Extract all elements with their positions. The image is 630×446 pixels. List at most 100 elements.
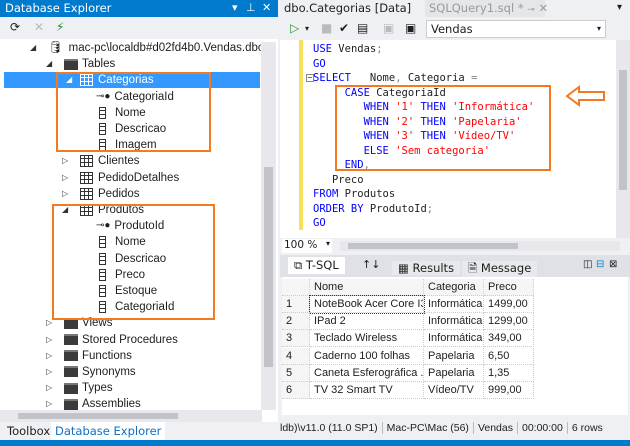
expand-arrow-icon[interactable]: ▷ xyxy=(46,380,52,396)
tab-toolbox[interactable]: Toolbox xyxy=(7,424,50,438)
expand-arrow-icon[interactable]: ▷ xyxy=(46,348,52,364)
tree-item[interactable]: ▷ Pedidos xyxy=(62,186,140,202)
grid-cell[interactable]: NoteBook Acer Core I3 xyxy=(309,295,425,314)
tab-results[interactable]: ▦ Results xyxy=(392,261,461,275)
tab-database-explorer[interactable]: Database Explorer xyxy=(51,422,166,440)
scrollbar-thumb[interactable] xyxy=(619,70,627,190)
overflow-icon[interactable]: ▾ xyxy=(617,2,622,13)
column-header[interactable]: Categoria xyxy=(424,279,484,296)
split-horizontal-icon[interactable]: ⊟ xyxy=(596,259,604,270)
grid-cell[interactable]: Informática xyxy=(424,330,484,348)
grid-cell[interactable]: 1499,00 xyxy=(484,296,534,313)
parse-icon[interactable]: ✔ xyxy=(339,21,349,35)
scrollbar-thumb[interactable] xyxy=(348,243,518,249)
expand-arrow-icon[interactable]: ▷ xyxy=(62,170,68,186)
scrollbar-thumb[interactable] xyxy=(18,413,178,419)
grid-cell[interactable]: 1,35 xyxy=(484,364,534,382)
grid-cell[interactable]: Informática xyxy=(424,296,484,313)
status-item: 00:00:00 xyxy=(521,422,568,434)
tree-item[interactable]: ▷ Functions xyxy=(46,348,132,364)
tree-item[interactable]: ▷ PedidoDetalhes xyxy=(62,170,179,186)
row-header[interactable]: 5 xyxy=(282,364,310,382)
zoom-row: 100 % ▾ xyxy=(280,238,630,254)
tab-label: Message xyxy=(480,261,532,275)
database-select[interactable]: Vendas ▾ xyxy=(426,20,606,38)
tree-item[interactable]: ▷ Stored Procedures xyxy=(46,332,178,348)
grid-cell[interactable]: 349,00 xyxy=(484,330,534,348)
vertical-scrollbar[interactable] xyxy=(261,42,276,410)
grid-cell[interactable]: TV 32 Smart TV xyxy=(310,382,424,399)
refresh-icon[interactable]: ⟳ xyxy=(10,20,20,34)
sort-icon[interactable]: ↑↓ xyxy=(362,258,380,271)
code-line: GO xyxy=(313,216,326,230)
execute-icon[interactable]: ▷ xyxy=(290,21,299,35)
editor-horizontal-scrollbar[interactable] xyxy=(340,241,620,251)
pin-icon[interactable]: ⊸ xyxy=(527,5,535,15)
tab-sqlquery1[interactable]: SQLQuery1.sql * ⊸ ✕ xyxy=(425,0,548,17)
stop-icon[interactable]: ■ xyxy=(321,21,332,35)
collapse-pane-icon[interactable]: ⊠ xyxy=(609,259,617,270)
zoom-value: 100 % xyxy=(284,239,318,251)
grid-cell[interactable]: Papelaria xyxy=(424,364,484,382)
row-header[interactable]: 4 xyxy=(282,347,310,365)
dropdown-icon[interactable]: ▾ xyxy=(232,1,238,14)
editor-vertical-scrollbar[interactable] xyxy=(616,40,630,238)
grid-cell[interactable]: Caneta Esferográfica ... xyxy=(310,364,424,382)
tree-item[interactable]: ▷ Types xyxy=(46,380,113,396)
expand-arrow-icon[interactable]: ▷ xyxy=(62,153,68,169)
grid-cell[interactable]: 999,00 xyxy=(484,382,534,399)
change-margin xyxy=(299,40,303,230)
tab-tsql[interactable]: ⧉ T-SQL xyxy=(288,257,345,274)
code-token: GO xyxy=(313,217,326,229)
grid-cell[interactable]: Vídeo/TV xyxy=(424,382,484,399)
split-vertical-icon[interactable]: ◫ xyxy=(583,259,592,270)
expand-arrow-icon[interactable]: ▷ xyxy=(46,364,52,380)
row-header[interactable]: 2 xyxy=(282,313,310,331)
tree-item[interactable]: ◢ 🛢 mac-pc\localdb#d02fd4b0.Vendas.dbo xyxy=(30,40,264,56)
grid-cell[interactable]: 6,50 xyxy=(484,347,534,365)
grid-cell[interactable]: Caderno 100 folhas xyxy=(310,347,424,365)
corner-cell[interactable] xyxy=(282,279,310,296)
row-header[interactable]: 1 xyxy=(282,296,310,313)
grid-cell[interactable]: Papelaria xyxy=(424,347,484,365)
grid-cell[interactable]: Informática xyxy=(424,313,484,331)
row-header[interactable]: 3 xyxy=(282,330,310,348)
grid-cell[interactable]: IPad 2 xyxy=(310,313,424,331)
pin-icon[interactable]: ⊥ xyxy=(246,1,256,14)
disconnect-icon[interactable]: ▣ xyxy=(383,21,394,35)
code-token: Preco xyxy=(313,173,364,186)
expand-arrow-icon[interactable]: ▷ xyxy=(46,332,52,348)
zoom-select[interactable]: 100 % ▾ xyxy=(282,239,332,253)
delete-icon[interactable]: ✕ xyxy=(34,20,44,34)
tree-item[interactable]: ▷ Clientes xyxy=(62,153,140,169)
code-line: SELECT Nome, Categoria = xyxy=(313,71,477,85)
row-header[interactable]: 6 xyxy=(282,382,310,399)
close-icon[interactable]: ✕ xyxy=(538,1,548,15)
code-line: ORDER BY ProdutoId; xyxy=(313,202,433,216)
plan-icon[interactable]: ▤ xyxy=(357,21,368,35)
connect-icon[interactable]: ⚡ xyxy=(56,20,64,34)
collapse-arrow-icon[interactable]: ◢ xyxy=(46,56,52,72)
status-item: 6 rows xyxy=(571,422,603,434)
column-header[interactable]: Nome xyxy=(310,279,424,296)
folder-icon xyxy=(64,382,78,394)
tab-categorias-data[interactable]: dbo.Categorias [Data] xyxy=(280,0,416,17)
table-icon xyxy=(80,187,93,200)
dropdown-icon[interactable]: ▾ xyxy=(305,24,309,33)
horizontal-scrollbar[interactable] xyxy=(0,410,262,422)
tree-item[interactable]: ◢ Tables xyxy=(46,56,115,72)
column-header[interactable]: Preco xyxy=(484,279,534,296)
collapse-arrow-icon[interactable]: ◢ xyxy=(30,40,36,56)
folder-icon xyxy=(64,398,78,410)
result-tabs: ⧉ T-SQL ↑↓ ▦ Results 🗎 Message ◫ ⊟ ⊠ xyxy=(280,255,630,280)
highlight-box xyxy=(56,72,211,152)
grid-cell[interactable]: Teclado Wireless xyxy=(310,330,424,348)
expand-arrow-icon[interactable]: ▷ xyxy=(62,186,68,202)
tree-item[interactable]: ▷ Synonyms xyxy=(46,364,136,380)
grid-cell[interactable]: 1299,00 xyxy=(484,313,534,331)
change-connection-icon[interactable]: ▣ xyxy=(405,21,416,35)
code-line: USE Vendas; xyxy=(313,42,383,56)
close-icon[interactable]: ✕ xyxy=(262,1,271,14)
scrollbar-thumb[interactable] xyxy=(264,167,273,367)
sql-editor[interactable]: − USE Vendas; GO SELECT Nome, Categoria = … xyxy=(280,40,616,238)
